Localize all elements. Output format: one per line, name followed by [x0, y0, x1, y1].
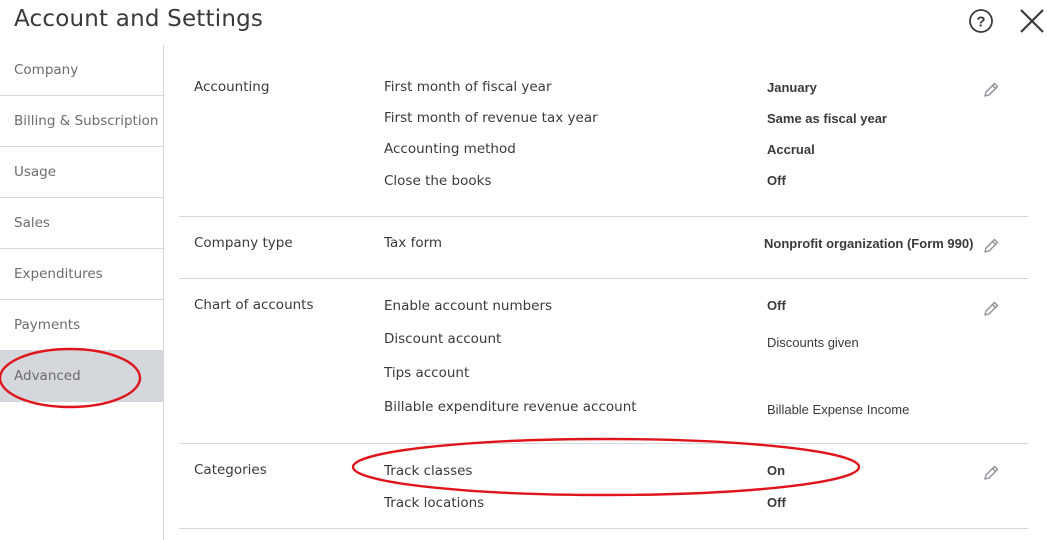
- section-label-accounting: Accounting: [194, 79, 270, 95]
- setting-value: Same as fiscal year: [767, 111, 887, 126]
- section-label-categories: Categories: [194, 462, 267, 478]
- sidebar-item-advanced[interactable]: Advanced: [0, 351, 163, 402]
- page-title: Account and Settings: [14, 6, 264, 32]
- setting-label: Track classes: [384, 463, 473, 479]
- sidebar-item-billing-subscription[interactable]: Billing & Subscription: [0, 96, 163, 147]
- setting-label: First month of fiscal year: [384, 79, 552, 95]
- setting-value: Nonprofit organization (Form 990): [764, 236, 974, 251]
- setting-label: Billable expenditure revenue account: [384, 399, 637, 415]
- section-chart-of-accounts[interactable]: Chart of accounts Enable account numbers…: [179, 279, 1028, 444]
- sidebar-item-payments[interactable]: Payments: [0, 300, 163, 351]
- pencil-icon[interactable]: [981, 299, 1001, 319]
- setting-value: Discounts given: [767, 335, 859, 350]
- setting-value: Off: [767, 495, 786, 510]
- setting-value: January: [767, 80, 817, 95]
- setting-label: Tax form: [384, 235, 443, 251]
- setting-value: Accrual: [767, 142, 815, 157]
- close-icon[interactable]: [1018, 7, 1046, 35]
- setting-value: On: [767, 463, 786, 478]
- settings-content: Accounting First month of fiscal year Ja…: [179, 45, 1028, 529]
- setting-value: Billable Expense Income: [767, 402, 910, 417]
- pencil-icon[interactable]: [981, 463, 1001, 483]
- setting-value: Off: [767, 298, 786, 313]
- header: Account and Settings ?: [0, 0, 1047, 44]
- pencil-icon[interactable]: [981, 236, 1001, 256]
- setting-label: First month of revenue tax year: [384, 110, 598, 126]
- section-company-type[interactable]: Company type Tax form Nonprofit organiza…: [179, 217, 1028, 279]
- sidebar-item-usage[interactable]: Usage: [0, 147, 163, 198]
- setting-label: Discount account: [384, 331, 502, 347]
- setting-label: Accounting method: [384, 141, 516, 157]
- sidebar-item-expenditures[interactable]: Expenditures: [0, 249, 163, 300]
- settings-sidebar: Company Billing & Subscription Usage Sal…: [0, 45, 164, 540]
- sidebar-item-company[interactable]: Company: [0, 45, 163, 96]
- section-accounting[interactable]: Accounting First month of fiscal year Ja…: [179, 45, 1028, 217]
- pencil-icon[interactable]: [981, 80, 1001, 100]
- setting-label: Enable account numbers: [384, 298, 553, 314]
- svg-text:?: ?: [976, 14, 985, 31]
- section-label-company-type: Company type: [194, 235, 293, 251]
- setting-value: Off: [767, 173, 786, 188]
- setting-label: Track locations: [384, 495, 485, 511]
- sidebar-item-sales[interactable]: Sales: [0, 198, 163, 249]
- help-icon[interactable]: ?: [968, 8, 994, 34]
- setting-label: Close the books: [384, 173, 492, 189]
- section-categories[interactable]: Categories Track classes On Track locati…: [179, 444, 1028, 529]
- section-label-chart-of-accounts: Chart of accounts: [194, 297, 314, 313]
- setting-label: Tips account: [384, 365, 470, 381]
